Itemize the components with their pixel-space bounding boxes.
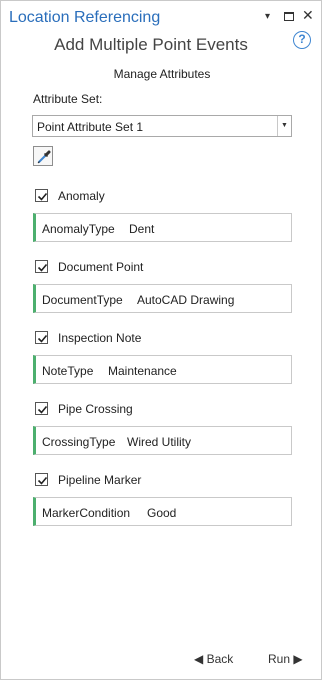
checkmark-icon xyxy=(37,263,48,272)
event-group-inspection-note: Inspection Note NoteType Maintenance xyxy=(1,330,322,390)
eyedropper-button[interactable] xyxy=(33,146,53,166)
attribute-set-value: Point Attribute Set 1 xyxy=(37,120,144,134)
note-type-field[interactable]: NoteType Maintenance xyxy=(33,355,292,384)
pane-title: Location Referencing xyxy=(9,9,161,26)
anomaly-type-name: AnomalyType xyxy=(42,222,115,236)
document-type-field[interactable]: DocumentType AutoCAD Drawing xyxy=(33,284,292,313)
anomaly-type-field[interactable]: AnomalyType Dent xyxy=(33,213,292,242)
checkmark-icon xyxy=(37,476,48,485)
pipeline-marker-checkbox-label: Pipeline Marker xyxy=(58,473,142,487)
event-group-pipeline-marker: Pipeline Marker MarkerCondition Good xyxy=(1,472,322,532)
pane-titlebar: Location Referencing ▾ ✕ xyxy=(1,1,321,31)
eyedropper-icon xyxy=(37,150,51,164)
anomaly-checkbox-label: Anomaly xyxy=(58,189,105,203)
event-group-anomaly: Anomaly AnomalyType Dent xyxy=(1,188,322,248)
inspection-note-checkbox[interactable] xyxy=(35,331,48,344)
marker-condition-field[interactable]: MarkerCondition Good xyxy=(33,497,292,526)
crossing-type-field[interactable]: CrossingType Wired Utility xyxy=(33,426,292,455)
event-group-pipe-crossing: Pipe Crossing CrossingType Wired Utility xyxy=(1,401,322,461)
marker-condition-name: MarkerCondition xyxy=(42,506,131,520)
run-button[interactable]: Run ▶ xyxy=(268,652,303,666)
checkmark-icon xyxy=(37,192,48,201)
crossing-type-value[interactable]: Wired Utility xyxy=(127,435,191,449)
pane-menu-icon[interactable]: ▾ xyxy=(265,10,270,24)
inspection-note-checkbox-label: Inspection Note xyxy=(58,331,142,345)
document-point-checkbox-label: Document Point xyxy=(58,260,144,274)
checkmark-icon xyxy=(37,334,48,343)
pipe-crossing-checkbox[interactable] xyxy=(35,402,48,415)
marker-condition-value[interactable]: Good xyxy=(147,506,176,520)
note-type-value[interactable]: Maintenance xyxy=(108,364,177,378)
manage-attributes-heading: Manage Attributes xyxy=(113,67,211,81)
checkmark-icon xyxy=(37,405,48,414)
back-button[interactable]: ◀ Back xyxy=(194,652,233,666)
attribute-set-label: Attribute Set: xyxy=(33,92,103,106)
event-group-document-point: Document Point DocumentType AutoCAD Draw… xyxy=(1,259,322,319)
note-type-name: NoteType xyxy=(42,364,94,378)
chevron-down-icon[interactable]: ▼ xyxy=(277,116,291,136)
document-type-name: DocumentType xyxy=(42,293,123,307)
close-icon[interactable]: ✕ xyxy=(302,8,314,22)
anomaly-checkbox[interactable] xyxy=(35,189,48,202)
anomaly-type-value[interactable]: Dent xyxy=(129,222,154,236)
maximize-icon[interactable] xyxy=(284,12,294,21)
help-icon[interactable]: ? xyxy=(293,31,311,49)
add-multiple-point-events-pane: Location Referencing ▾ ✕ Add Multiple Po… xyxy=(0,0,322,680)
pipe-crossing-checkbox-label: Pipe Crossing xyxy=(58,402,133,416)
tool-title: Add Multiple Point Events xyxy=(54,35,248,54)
pipeline-marker-checkbox[interactable] xyxy=(35,473,48,486)
document-type-value[interactable]: AutoCAD Drawing xyxy=(137,293,234,307)
attribute-set-dropdown[interactable]: Point Attribute Set 1 ▼ xyxy=(32,115,292,137)
crossing-type-name: CrossingType xyxy=(42,435,116,449)
document-point-checkbox[interactable] xyxy=(35,260,48,273)
